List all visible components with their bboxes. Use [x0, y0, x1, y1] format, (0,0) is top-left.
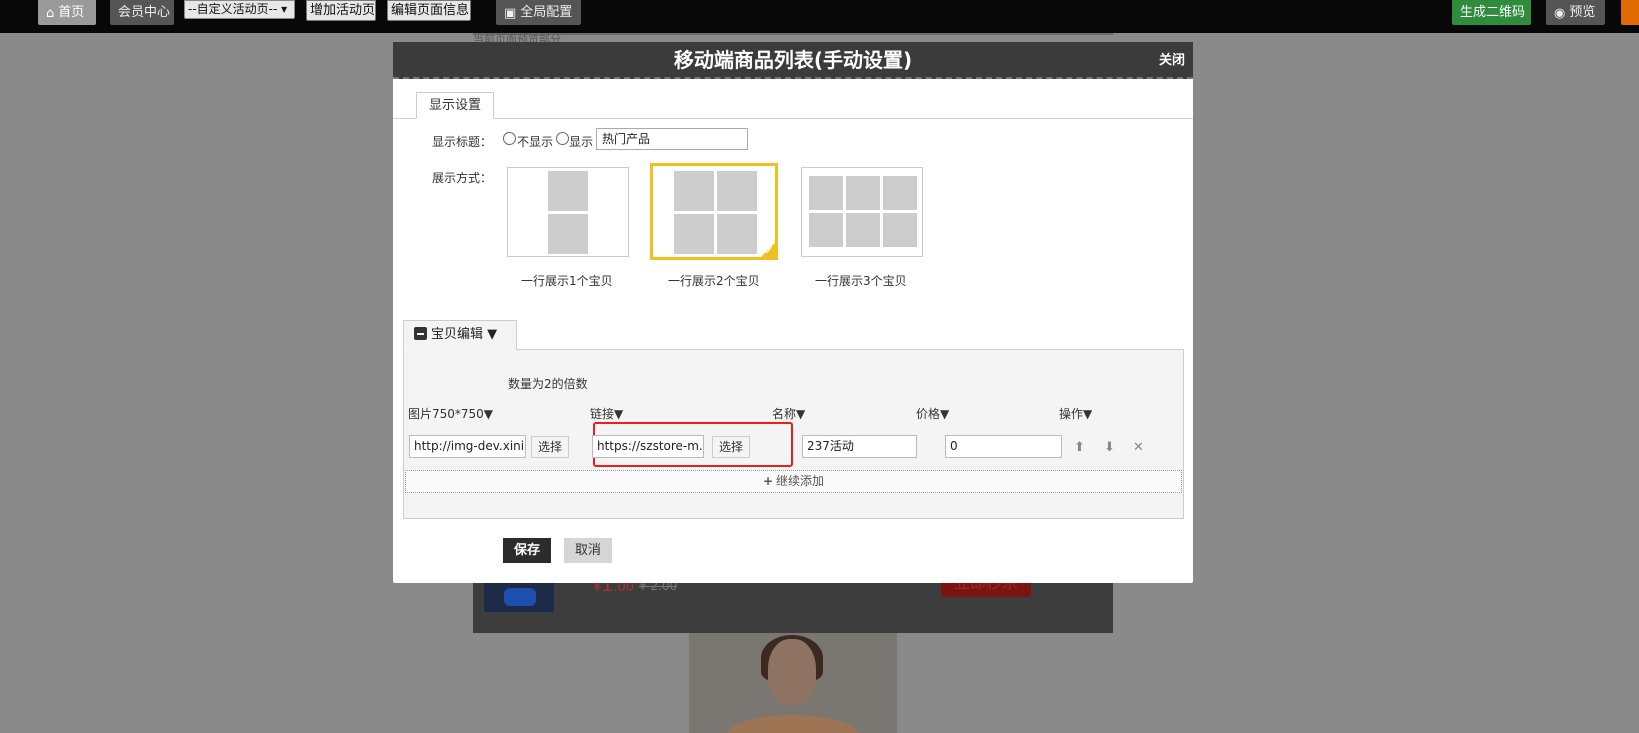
radio-show-title[interactable] — [556, 132, 569, 145]
tab-item-editor[interactable]: 宝贝编辑 ▼ — [403, 320, 517, 350]
column-operations[interactable]: 操作▼ — [1059, 405, 1092, 422]
preview-button[interactable]: ◉ 预览 — [1546, 0, 1605, 25]
layout-option-2-per-row[interactable]: ✓ — [650, 163, 778, 260]
chevron-down-icon: ▾ — [277, 2, 288, 16]
product-list-modal: 移动端商品列表(手动设置) 关闭 显示设置 显示标题： 不显示 显示 热门产品 … — [393, 42, 1193, 583]
save-button[interactable]: 保存 — [503, 538, 551, 563]
display-mode-label: 展示方式： — [432, 171, 493, 185]
tab-divider — [393, 118, 1193, 119]
top-toolbar: ⌂ 首页 会员中心 --自定义活动页-- ▾ 增加活动页 编辑页面信息 ▣ 全局配置… — [0, 0, 1639, 33]
layout-caption-3: 一行展示3个宝贝 — [815, 274, 907, 288]
image-url-field[interactable]: http://img-dev.xiniun — [409, 435, 526, 458]
edit-page-info-button[interactable]: 编辑页面信息 — [387, 0, 471, 21]
column-image[interactable]: 图片750*750▼ — [408, 405, 493, 422]
column-link[interactable]: 链接▼ — [590, 405, 623, 422]
extra-button[interactable] — [1621, 0, 1639, 25]
radio-hide-title[interactable] — [503, 132, 516, 145]
link-url-field[interactable]: https://szstore-m.xin — [592, 435, 704, 458]
check-icon: ✓ — [764, 244, 774, 257]
collapse-icon — [414, 327, 427, 340]
layout-option-3-per-row[interactable] — [801, 167, 923, 257]
cancel-button[interactable]: 取消 — [564, 538, 612, 563]
model-photo — [689, 633, 897, 733]
price-field[interactable]: 0 — [945, 435, 1062, 458]
radio-hide-label: 不显示 — [517, 135, 554, 149]
title-input[interactable]: 热门产品 — [596, 128, 748, 150]
column-price[interactable]: 价格▼ — [916, 405, 949, 422]
pick-image-button[interactable]: 选择 — [531, 436, 570, 458]
page-select[interactable]: --自定义活动页-- ▾ — [184, 0, 295, 19]
modal-title: 移动端商品列表(手动设置) — [673, 48, 913, 72]
arrow-down-icon[interactable]: ⬇ — [1104, 440, 1115, 455]
home-icon: ⌂ — [46, 6, 55, 21]
close-button[interactable]: 关闭 — [1159, 42, 1185, 79]
arrow-up-icon[interactable]: ⬆ — [1074, 440, 1085, 455]
pick-link-button[interactable]: 选择 — [712, 436, 751, 458]
add-page-button[interactable]: 增加活动页 — [306, 0, 376, 21]
close-icon[interactable]: ✕ — [1133, 440, 1144, 455]
item-editor-panel: 数量为2的倍数 图片750*750▼ 链接▼ 名称▼ 价格▼ 操作▼ http:… — [403, 349, 1184, 519]
column-name[interactable]: 名称▼ — [772, 405, 805, 422]
layout-caption-2: 一行展示2个宝贝 — [668, 274, 760, 288]
home-button[interactable]: ⌂ 首页 — [38, 0, 96, 25]
generate-qr-button[interactable]: 生成二维码 — [1452, 0, 1531, 25]
plus-icon: + — [762, 474, 774, 488]
eye-icon: ◉ — [1554, 6, 1566, 21]
tab-display-settings[interactable]: 显示设置 — [416, 92, 494, 119]
add-more-button[interactable]: + 继续添加 — [405, 470, 1182, 493]
radio-show-label: 显示 — [569, 135, 594, 149]
layout-option-1-per-row[interactable] — [507, 167, 629, 257]
product-name-field[interactable]: 237活动 — [802, 435, 917, 458]
show-title-label: 显示标题： — [432, 135, 493, 149]
layout-caption-1: 一行展示1个宝贝 — [521, 274, 613, 288]
member-center-button[interactable]: 会员中心 — [110, 0, 174, 25]
quantity-hint: 数量为2的倍数 — [508, 377, 588, 391]
global-config-button[interactable]: ▣ 全局配置 — [496, 0, 581, 25]
modal-header: 移动端商品列表(手动设置) 关闭 — [393, 42, 1193, 79]
settings-icon: ▣ — [504, 6, 517, 21]
